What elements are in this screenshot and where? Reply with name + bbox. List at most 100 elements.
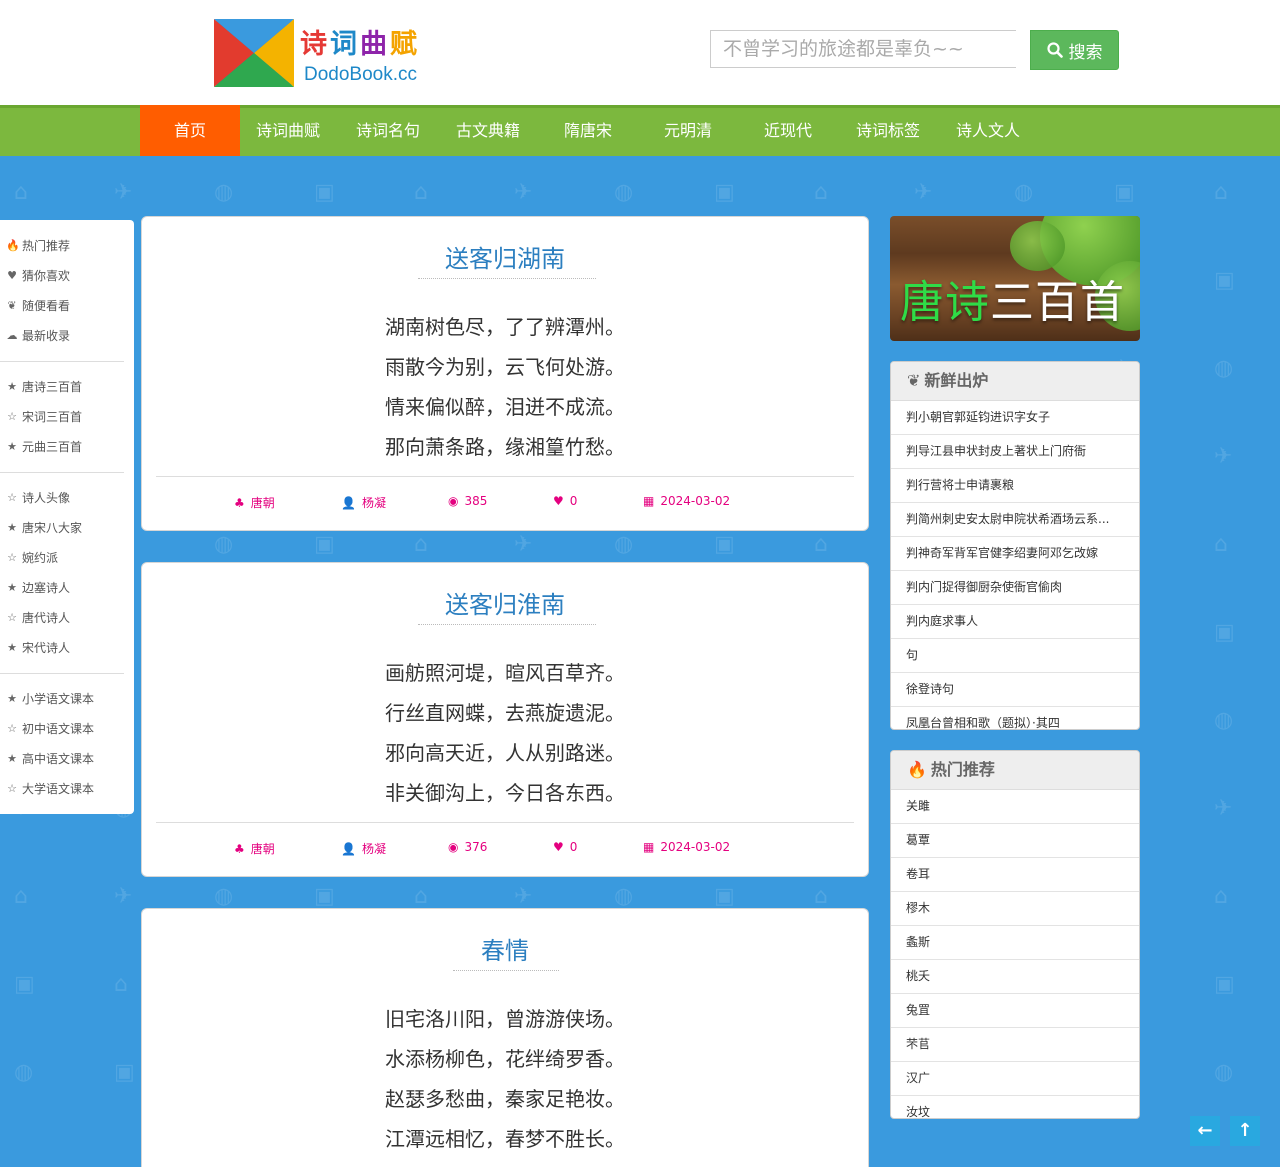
star-icon: ★ [7,380,17,393]
nav-tags[interactable]: 诗词标签 [838,105,938,156]
logo-title[interactable]: 诗词曲赋 [300,22,420,61]
list-item[interactable]: 芣苢 [891,1028,1139,1062]
list-item[interactable]: 螽斯 [891,926,1139,960]
pattern-icon: ⌂ [414,532,428,557]
sidebar-item-label: 唐代诗人 [22,611,71,625]
sidebar-item-college-textbook[interactable]: ☆ 大学语文课本 [6,781,94,797]
poem-title[interactable]: 送客归湖南 [142,239,868,274]
poem-card: 春情 旧宅洛川阳，曾游游侠场。 水添杨柳色，花绊绮罗香。 赵瑟多愁曲，秦家足艳妆… [141,908,869,1167]
poem-line: 情来偏似醉，泪迸不成流。 [385,395,625,419]
pattern-icon: ▣ [314,532,335,557]
list-item[interactable]: 判内门捉得御厨杂使衙官偷肉 [891,571,1139,605]
dynasty-link[interactable]: ♣ 唐朝 [234,840,275,857]
pattern-icon: ✈ [514,180,533,205]
pattern-icon: ✈ [1214,796,1233,821]
like-button[interactable]: ♥ 0 [553,494,577,508]
list-item[interactable]: 判神奇军背军官健李绍妻阿邓乞改嫁 [891,537,1139,571]
pattern-icon: ✈ [914,180,933,205]
list-item[interactable]: 判行营将士申请裹粮 [891,469,1139,503]
pattern-icon: ◍ [214,180,234,205]
list-item[interactable]: 桃夭 [891,960,1139,994]
sidebar-item-random[interactable]: ❦ 随便看看 [6,298,70,314]
list-item[interactable]: 葛覃 [891,824,1139,858]
sidebar-item-latest[interactable]: ☁ 最新收录 [6,328,71,344]
nav-classics[interactable]: 古文典籍 [438,105,538,156]
nav-home[interactable]: 首页 [140,105,240,156]
sidebar-item-song-poets[interactable]: ★ 宋代诗人 [6,640,70,656]
list-item[interactable]: 判小朝官郭延钧进识字女子 [891,401,1139,435]
list-item[interactable]: 句 [891,639,1139,673]
arrow-up-icon: ↑ [1237,1120,1253,1141]
pattern-icon: ⌂ [814,532,828,557]
views-value: 385 [464,494,488,508]
nav-yuan-ming-qing[interactable]: 元明清 [638,105,738,156]
main-nav: 首页 诗词曲赋 诗词名句 古文典籍 隋唐宋 元明清 近现代 诗词标签 诗人文人 [0,105,1280,156]
list-item[interactable]: 汝坟 [891,1096,1139,1118]
poem-line: 非关御沟上，今日各东西。 [385,781,625,805]
list-item[interactable]: 卷耳 [891,858,1139,892]
user-icon: 👤 [341,841,356,856]
search-button-label: 搜索 [1068,42,1103,63]
logo-subtitle[interactable]: DodoBook.cc [304,64,417,86]
back-button[interactable]: ← [1190,1116,1220,1146]
author-link[interactable]: 👤 杨凝 [341,494,386,511]
list-item[interactable]: 徐登诗句 [891,673,1139,707]
logo-icon[interactable] [213,18,295,88]
sidebar-item-tangshi[interactable]: ★ 唐诗三百首 [6,379,82,395]
like-button[interactable]: ♥ 0 [553,840,577,854]
sidebar-item-middle-textbook[interactable]: ☆ 初中语文课本 [6,721,94,737]
dynasty-link[interactable]: ♣ 唐朝 [234,494,275,511]
poem-title[interactable]: 送客归淮南 [142,585,868,620]
likes-value: 0 [569,494,578,508]
star-outline-icon: ☆ [7,782,17,795]
list-item[interactable]: 判简州刺史安太尉申院状希酒场云系... [891,503,1139,537]
poem-line: 湖南树色尽，了了辨潭州。 [385,315,625,339]
nav-poetry[interactable]: 诗词曲赋 [238,105,338,156]
sidebar-item-wanyue[interactable]: ☆ 婉约派 [6,550,58,566]
sidebar-item-like[interactable]: ♥ 猜你喜欢 [6,268,70,284]
list-item[interactable]: 樛木 [891,892,1139,926]
star-outline-icon: ☆ [7,722,17,735]
list-item[interactable]: 凤凰台曾相和歌（题拟）·其四 [891,707,1139,729]
arrow-left-icon: ← [1197,1120,1213,1141]
tangshi-banner[interactable]: 唐诗三百首 [890,216,1140,341]
sidebar-item-yuanqu[interactable]: ★ 元曲三百首 [6,439,82,455]
author-label: 杨凝 [361,842,386,856]
nav-poets[interactable]: 诗人文人 [938,105,1038,156]
pattern-icon: ◍ [14,1060,34,1085]
logo-char: 赋 [390,29,420,60]
poem-line: 旧宅洛川阳，曾游游侠场。 [385,1007,625,1031]
nav-sui-tang-song[interactable]: 隋唐宋 [538,105,638,156]
sidebar-item-frontier-poets[interactable]: ★ 边塞诗人 [6,580,70,596]
nav-modern[interactable]: 近现代 [738,105,838,156]
banner-text-green: 唐诗 [900,277,990,328]
sidebar-item-eight-masters[interactable]: ★ 唐宋八大家 [6,520,82,536]
sidebar-item-songci[interactable]: ☆ 宋词三百首 [6,409,82,425]
sidebar-item-poet-avatars[interactable]: ☆ 诗人头像 [6,490,70,506]
banner-text: 唐诗三百首 [900,266,1125,330]
search-input[interactable] [710,30,1016,68]
poem-line: 赵瑟多愁曲，秦家足艳妆。 [385,1087,625,1111]
sidebar-item-primary-textbook[interactable]: ★ 小学语文课本 [6,691,94,707]
list-item[interactable]: 兔罝 [891,994,1139,1028]
poem-line: 水添杨柳色，花绊绮罗香。 [385,1047,625,1071]
logo-char: 词 [330,29,360,60]
author-link[interactable]: 👤 杨凝 [341,840,386,857]
pattern-icon: ▣ [1114,180,1135,205]
search-button[interactable]: 搜索 [1030,30,1119,70]
heart-icon: ♥ [7,269,17,282]
list-item[interactable]: 判内庭求事人 [891,605,1139,639]
panel-header: 🔥 热门推荐 [891,751,1139,790]
list-item[interactable]: 汉广 [891,1062,1139,1096]
back-to-top-button[interactable]: ↑ [1230,1116,1260,1146]
tree-icon: ♣ [234,495,245,510]
sidebar-item-hot[interactable]: 🔥 热门推荐 [6,238,70,254]
sidebar-item-high-textbook[interactable]: ★ 高中语文课本 [6,751,94,767]
list-item[interactable]: 判导江县申状封皮上著状上门府衙 [891,435,1139,469]
fresh-panel: ❦ 新鲜出炉 判小朝官郭延钧进识字女子 判导江县申状封皮上著状上门府衙 判行营将士… [890,361,1140,730]
sidebar-item-tang-poets[interactable]: ☆ 唐代诗人 [6,610,70,626]
sidebar-item-label: 最新收录 [22,329,71,343]
list-item[interactable]: 关雎 [891,790,1139,824]
nav-famous-lines[interactable]: 诗词名句 [338,105,438,156]
poem-title[interactable]: 春情 [142,931,868,966]
